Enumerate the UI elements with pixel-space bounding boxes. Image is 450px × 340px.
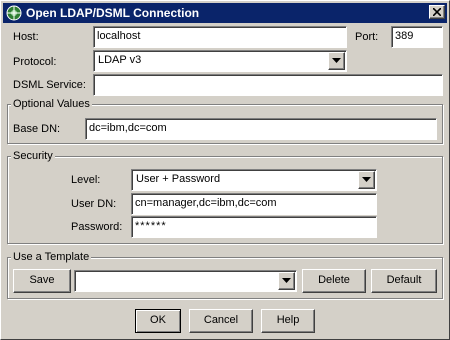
- window-title: Open LDAP/DSML Connection: [26, 6, 200, 20]
- help-button[interactable]: Help: [261, 309, 315, 333]
- level-label: Level:: [71, 174, 101, 186]
- security-level-dropdown-button[interactable]: [358, 171, 375, 189]
- security-level-selected-value: User + Password: [136, 173, 221, 185]
- ok-button[interactable]: OK: [135, 309, 181, 333]
- delete-template-button[interactable]: Delete: [302, 269, 366, 293]
- save-template-button[interactable]: Save: [13, 269, 71, 293]
- title-bar[interactable]: Open LDAP/DSML Connection: [3, 3, 447, 23]
- password-label: Password:: [71, 221, 123, 233]
- template-select[interactable]: [74, 270, 297, 292]
- port-label: Port:: [355, 31, 379, 43]
- protocol-select[interactable]: LDAP v3: [93, 50, 347, 72]
- template-title: Use a Template: [11, 251, 92, 263]
- template-dropdown-button[interactable]: [278, 272, 295, 290]
- default-template-button[interactable]: Default: [371, 269, 437, 293]
- protocol-dropdown-button[interactable]: [328, 52, 345, 70]
- user-dn-input[interactable]: cn=manager,dc=ibm,dc=com: [131, 193, 377, 215]
- base-dn-label: Base DN:: [13, 123, 61, 135]
- close-icon: [433, 8, 441, 16]
- chevron-down-icon: [362, 177, 371, 182]
- chevron-down-icon: [332, 58, 341, 63]
- security-title: Security: [11, 150, 55, 162]
- password-input[interactable]: ******: [131, 216, 377, 238]
- host-input[interactable]: localhost: [93, 26, 347, 48]
- user-dn-label: User DN:: [71, 198, 117, 210]
- protocol-selected-value: LDAP v3: [98, 54, 142, 66]
- cancel-button[interactable]: Cancel: [189, 309, 253, 333]
- chevron-down-icon: [282, 278, 291, 283]
- dsml-service-input[interactable]: [93, 74, 443, 96]
- optional-values-title: Optional Values: [11, 98, 92, 110]
- dialog-window: Open LDAP/DSML Connection Host: localhos…: [0, 0, 450, 340]
- protocol-label: Protocol:: [13, 56, 57, 68]
- base-dn-input[interactable]: dc=ibm,dc=com: [85, 118, 437, 140]
- dsml-service-label: DSML Service:: [13, 79, 86, 91]
- close-button[interactable]: [429, 5, 445, 19]
- ldap-app-icon: [6, 5, 22, 21]
- security-level-select[interactable]: User + Password: [131, 169, 377, 191]
- port-input[interactable]: 389: [391, 26, 443, 48]
- host-label: Host:: [13, 31, 39, 43]
